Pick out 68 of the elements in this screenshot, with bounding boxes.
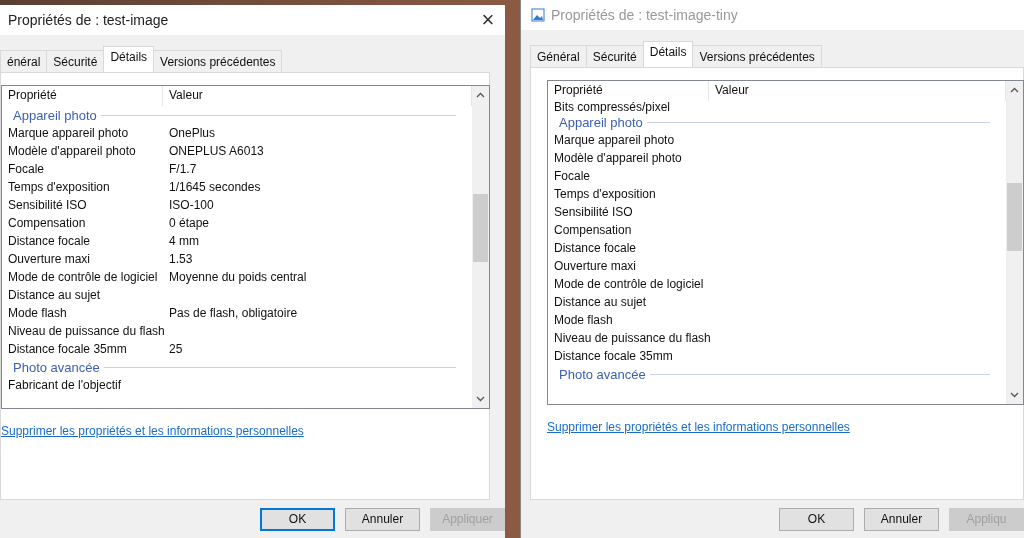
dialog-button[interactable]: OK: [260, 507, 335, 531]
column-header[interactable]: Propriété: [2, 86, 163, 106]
property-name: Distance au sujet: [553, 295, 648, 309]
tab[interactable]: Général: [530, 45, 587, 67]
property-name: Temps d'exposition: [553, 187, 657, 201]
property-value: 1.53: [168, 252, 194, 266]
scroll-down-icon[interactable]: [476, 396, 485, 402]
property-name: Bits compressés/pixel: [553, 101, 672, 113]
property-name: Distance au sujet: [7, 288, 102, 302]
remove-properties-link[interactable]: Supprimer les propriétés et les informations personnelles: [1, 424, 304, 438]
dialog-button[interactable]: Annuler: [345, 507, 420, 531]
property-name: Focale: [553, 169, 592, 183]
property-name: Ouverture maxi: [553, 259, 638, 273]
property-name: Marque appareil photo: [7, 126, 130, 140]
property-name: Distance focale: [7, 234, 92, 248]
dialog-button[interactable]: Annuler: [864, 507, 939, 531]
tab[interactable]: énéral: [0, 50, 48, 72]
property-name: Focale: [7, 162, 46, 176]
property-name: Sensibilité ISO: [7, 198, 88, 212]
property-value: 4 mm: [168, 234, 200, 248]
property-value: ONEPLUS A6013: [168, 144, 265, 158]
property-name: Niveau de puissance du flash: [553, 331, 709, 345]
property-value: Moyenne du poids central: [168, 270, 308, 284]
tab[interactable]: Détails: [642, 41, 694, 67]
window-title: Propriétés de : test-image-tiny: [551, 7, 739, 23]
property-name: Compensation: [553, 223, 633, 237]
property-name: Ouverture maxi: [7, 252, 92, 266]
property-name: Fabricant de l'objectif: [7, 378, 122, 392]
property-name: Distance focale 35mm: [553, 349, 674, 363]
property-name: Modèle d'appareil photo: [553, 151, 683, 165]
property-name: Mode flash: [553, 313, 614, 327]
scroll-thumb[interactable]: [473, 194, 488, 262]
group-heading: Appareil photo: [13, 107, 97, 123]
group-heading: Appareil photo: [559, 114, 643, 130]
scrollbar[interactable]: [472, 86, 489, 408]
close-button[interactable]: ×: [471, 7, 505, 33]
property-name: Mode de contrôle de logiciel: [7, 270, 159, 284]
scroll-up-icon[interactable]: [476, 92, 485, 98]
group-heading: Photo avancée: [559, 366, 646, 382]
column-header[interactable]: Propriété: [548, 81, 709, 101]
property-name: Distance focale 35mm: [7, 342, 128, 356]
property-value: 1/1645 secondes: [168, 180, 262, 194]
property-name: Niveau de puissance du flash: [7, 324, 163, 338]
property-value: 0 étape: [168, 216, 211, 230]
tab[interactable]: Détails: [103, 46, 155, 72]
property-value: ISO-100: [168, 198, 215, 212]
tab[interactable]: Versions précédentes: [153, 50, 283, 72]
dialog-button[interactable]: OK: [779, 507, 854, 531]
property-name: Compensation: [7, 216, 87, 230]
property-name: Temps d'exposition: [7, 180, 111, 194]
property-name: Modèle d'appareil photo: [7, 144, 137, 158]
property-value: OnePlus: [168, 126, 217, 140]
scroll-thumb[interactable]: [1007, 183, 1022, 251]
window-title: Propriétés de : test-image: [8, 12, 170, 28]
property-name: Mode de contrôle de logiciel: [553, 277, 705, 291]
property-name: Sensibilité ISO: [553, 205, 634, 219]
scroll-down-icon[interactable]: [1010, 392, 1019, 398]
property-name: Mode flash: [7, 306, 68, 320]
remove-properties-link[interactable]: Supprimer les propriétés et les informations personnelles: [547, 420, 850, 434]
property-value: 25: [168, 342, 184, 356]
tab[interactable]: Versions précédentes: [692, 45, 822, 67]
property-name: Distance focale: [553, 241, 638, 255]
scrollbar[interactable]: [1006, 81, 1023, 404]
scroll-up-icon[interactable]: [1010, 87, 1019, 93]
group-heading: Photo avancée: [13, 359, 100, 375]
property-value: F/1.7: [168, 162, 198, 176]
property-value: Pas de flash, obligatoire: [168, 306, 299, 320]
property-name: Marque appareil photo: [553, 133, 676, 147]
